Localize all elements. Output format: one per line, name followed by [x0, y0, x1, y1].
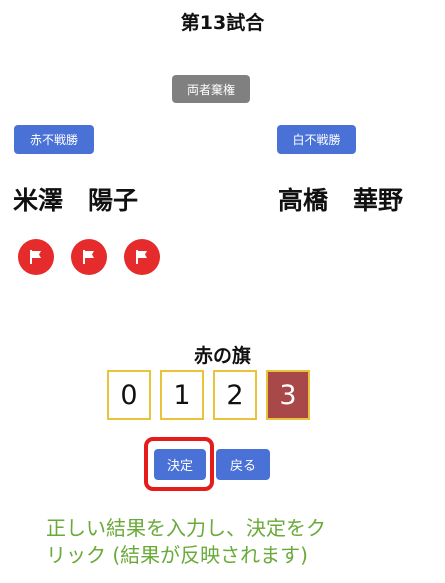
match-title: 第13試合 [180, 12, 265, 34]
flag-count-option-1[interactable]: 1 [160, 370, 204, 420]
confirm-button[interactable]: 決定 [154, 449, 206, 480]
flag-icon [83, 250, 94, 264]
flag-count-option-0[interactable]: 0 [107, 370, 151, 420]
red-player-name: 米澤 陽子 [13, 186, 139, 215]
red-default-win-button[interactable]: 赤不戦勝 [14, 125, 94, 154]
both-abstain-button[interactable]: 両者棄権 [172, 75, 250, 103]
red-flag-count-label: 赤の旗 [193, 345, 251, 367]
white-player-name: 高橋 華野 [278, 186, 404, 215]
instruction-line-2: リック (結果が反映されます) [46, 543, 308, 567]
flag-icon [136, 250, 147, 264]
instruction-text: 正しい結果を入力し、決定をク リック (結果が反映されます) [46, 515, 436, 569]
flag-count-option-2[interactable]: 2 [213, 370, 257, 420]
white-default-win-button[interactable]: 白不戦勝 [277, 125, 356, 154]
red-flag-icon [71, 239, 107, 275]
instruction-line-1: 正しい結果を入力し、決定をク [46, 516, 326, 540]
back-button[interactable]: 戻る [216, 449, 270, 480]
flag-count-option-3[interactable]: 3 [266, 370, 310, 420]
flag-icon [30, 250, 41, 264]
red-flag-icon [124, 239, 160, 275]
red-flag-icon [18, 239, 54, 275]
